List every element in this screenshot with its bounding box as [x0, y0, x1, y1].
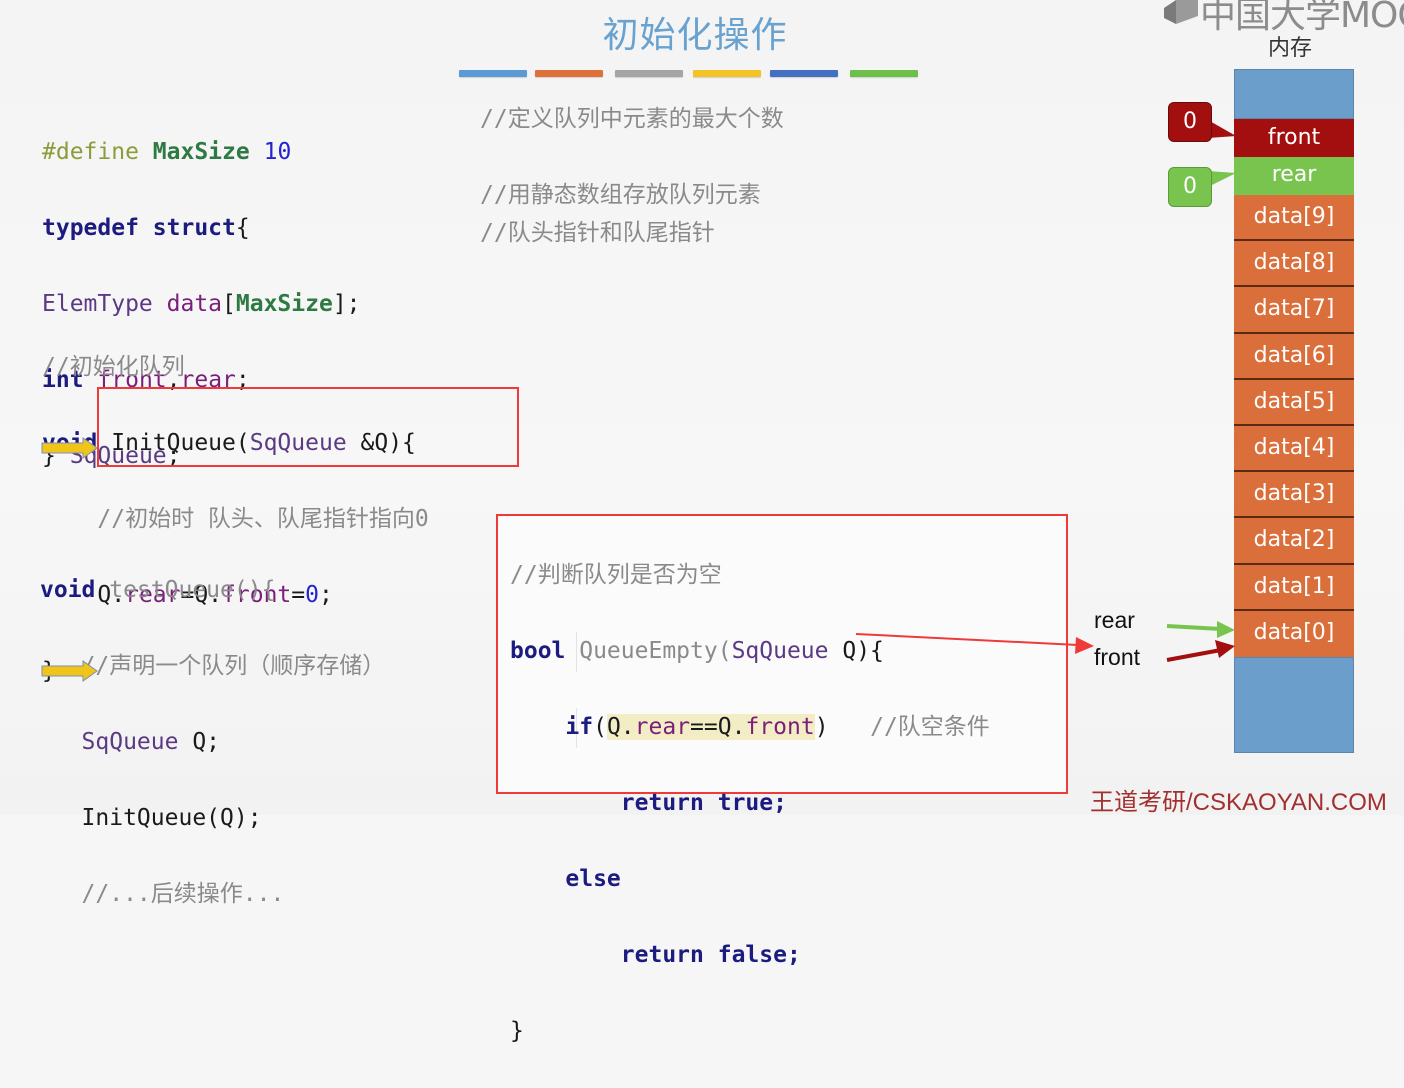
memory-cell-data-3: data[3]	[1234, 472, 1354, 519]
color-bar-gray	[615, 70, 683, 77]
memory-cell-label: data[8]	[1253, 250, 1335, 276]
color-bar-yellow	[693, 70, 761, 77]
code-test-signature: void testQueue(){	[40, 577, 276, 603]
memory-cell-label: data[3]	[1253, 481, 1335, 507]
code-test-tail-comment: //...后续操作...	[81, 881, 285, 907]
comment-static-array: //用静态数组存放队列元素	[480, 182, 761, 208]
memory-cell-data-6: data[6]	[1234, 333, 1354, 380]
call-arrow-icon	[41, 660, 98, 682]
memory-label: 内存	[1268, 36, 1313, 61]
code-test-declare: SqQueue Q;	[81, 729, 221, 755]
code-empty-return-true: return true;	[620, 790, 787, 816]
color-bar-green	[850, 70, 918, 77]
memory-free-bottom	[1234, 657, 1354, 753]
comment-maxsize: //定义队列中元素的最大个数	[480, 106, 784, 132]
memory-rear-field: rear	[1234, 157, 1354, 195]
watermark: 王道考研/CSKAOYAN.COM	[1090, 789, 1387, 816]
memory-front-field: front	[1234, 119, 1354, 157]
memory-cell-data-9: data[9]	[1234, 195, 1354, 242]
slide-title: 初始化操作	[602, 15, 788, 56]
memory-cell-data-7: data[7]	[1234, 287, 1354, 334]
condition-connector-arrow-icon	[855, 633, 1094, 654]
code-empty-else: else	[565, 866, 621, 892]
front-pointer-label: front	[1094, 644, 1141, 670]
callout-pointer-icon	[1208, 171, 1236, 187]
code-init-comment: //初始化队列	[42, 354, 185, 380]
memory-cell-data-8: data[8]	[1234, 241, 1354, 288]
callout-pointer-icon	[1208, 120, 1236, 138]
memory-cell-label: data[2]	[1253, 527, 1335, 553]
code-test-call: InitQueue(Q);	[81, 805, 262, 831]
memory-cell-data-2: data[2]	[1234, 518, 1354, 565]
memory-cell-label: data[4]	[1253, 435, 1335, 460]
code-test-queue: void testQueue(){ //声明一个队列（顺序存储） SqQueue…	[40, 533, 385, 951]
highlight-box-init	[97, 387, 519, 467]
rear-pointer-label: rear	[1094, 607, 1135, 633]
memory-cell-data-0: data[0]	[1234, 610, 1354, 657]
condition-highlight: Q.rear==Q.front	[606, 714, 815, 740]
code-line-typedef: typedef struct{	[42, 215, 250, 241]
memory-cell-label: data[1]	[1253, 573, 1335, 599]
comment-pointers: //队头指针和队尾指针	[480, 220, 715, 246]
front-pointer-arrow-icon	[1166, 640, 1235, 662]
code-empty-return-false: return false;	[620, 942, 801, 968]
code-empty-comment: //判断队列是否为空	[510, 562, 722, 588]
code-empty-if: if(Q.rear==Q.front) //队空条件	[565, 714, 990, 740]
current-line-arrow-icon	[41, 437, 98, 459]
memory-cell-label: data[9]	[1253, 204, 1335, 229]
code-queue-empty: //判断队列是否为空 bool QueueEmpty(SqQueue Q){ i…	[510, 518, 990, 1088]
memory-free-top	[1234, 69, 1354, 119]
rear-pointer-arrow-icon	[1166, 621, 1235, 638]
memory-cell-data-5: data[5]	[1234, 379, 1354, 426]
memory-cell-label: data[7]	[1253, 296, 1335, 322]
code-empty-close: }	[510, 1018, 524, 1044]
memory-cell-data-4: data[4]	[1234, 426, 1354, 473]
code-line-define: #define MaxSize 10	[42, 139, 292, 165]
memory-cell-label: data[0]	[1253, 619, 1335, 645]
color-bar-blue	[459, 70, 527, 77]
color-bar-darkblue	[770, 70, 838, 77]
logo-cube-icon	[1164, 0, 1198, 24]
front-value: 0	[1168, 102, 1212, 142]
memory-cell-label: data[6]	[1253, 342, 1335, 368]
rear-value: 0	[1168, 167, 1212, 207]
memory-cell-data-1: data[1]	[1234, 564, 1354, 611]
memory-cell-label: data[5]	[1253, 388, 1335, 414]
color-bar-orange	[535, 70, 603, 77]
